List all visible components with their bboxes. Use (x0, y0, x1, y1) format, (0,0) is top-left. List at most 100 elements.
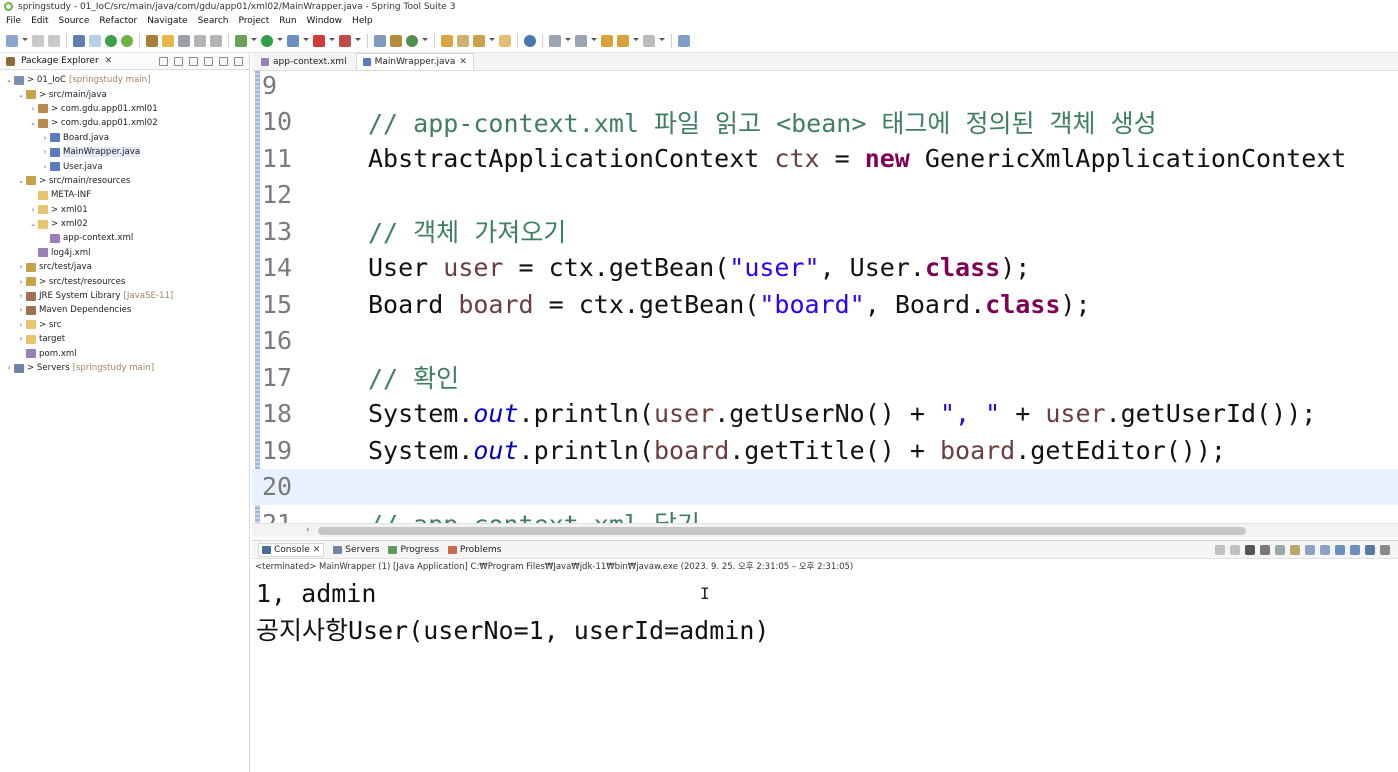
tree-file-user-java[interactable]: › User.java (0, 159, 249, 173)
collapsed-chevron-icon[interactable]: › (16, 292, 26, 300)
menu-edit[interactable]: Edit (31, 16, 48, 26)
tree-file-mainwrapper-java[interactable]: › MainWrapper.java (0, 145, 249, 159)
show-console-error-icon[interactable] (1320, 544, 1330, 555)
tree-folder-xml02[interactable]: ⌄ > xml02 (0, 217, 249, 231)
minimize-icon[interactable] (219, 56, 228, 66)
remove-all-terminated-icon[interactable] (1245, 544, 1255, 555)
tab-console[interactable]: Console ✕ (258, 542, 325, 557)
tree-file-pom-xml[interactable]: pom.xml (0, 346, 249, 360)
show-whitespace-icon[interactable] (194, 34, 206, 47)
terminate-icon[interactable] (1230, 544, 1240, 555)
pen-icon[interactable] (473, 34, 485, 47)
forward-dropdown-icon[interactable] (659, 38, 665, 43)
scroll-lock-icon[interactable] (1275, 544, 1285, 555)
scroll-left-icon[interactable]: ‹ (306, 525, 310, 535)
stop-icon[interactable] (313, 34, 325, 47)
menu-navigate[interactable]: Navigate (147, 16, 187, 26)
run-dropdown-icon[interactable] (277, 38, 283, 43)
coverage-dropdown-icon[interactable] (303, 38, 309, 43)
tree-file-log4j-xml[interactable]: log4j.xml (0, 246, 249, 260)
open-type-icon[interactable] (146, 34, 158, 47)
horizontal-scrollbar[interactable]: ‹ (252, 523, 1398, 537)
tab-servers[interactable]: Servers (333, 545, 379, 555)
next-annotation-icon[interactable] (549, 34, 561, 47)
collapse-all-icon[interactable] (159, 56, 168, 66)
tree-folder-src[interactable]: › > src (0, 318, 249, 332)
new-package-icon[interactable] (390, 34, 402, 47)
last-edit-location-icon[interactable] (601, 34, 613, 47)
expanded-chevron-icon[interactable]: ⌄ (16, 91, 26, 99)
close-icon[interactable]: ✕ (105, 56, 113, 66)
new-class-dropdown-icon[interactable] (422, 38, 428, 43)
external-tools-icon[interactable] (339, 34, 351, 47)
tab-package-explorer[interactable]: Package Explorer (21, 56, 99, 66)
tree-package-xml02[interactable]: ⌄ > com.gdu.app01.xml02 (0, 116, 249, 130)
coverage-icon[interactable] (287, 34, 299, 47)
menu-refactor[interactable]: Refactor (99, 16, 137, 26)
menu-window[interactable]: Window (307, 16, 343, 26)
display-selected-console-icon[interactable] (1350, 544, 1360, 555)
expanded-chevron-icon[interactable]: ⌄ (4, 76, 14, 84)
menu-run[interactable]: Run (279, 16, 296, 26)
close-icon[interactable]: ✕ (459, 57, 467, 67)
stop-dropdown-icon[interactable] (329, 38, 335, 43)
previous-annotation-icon[interactable] (575, 34, 587, 47)
annotation-icon[interactable] (499, 34, 511, 47)
previous-annotation-dropdown-icon[interactable] (591, 38, 597, 43)
open-console-icon[interactable] (73, 34, 85, 47)
code-editor[interactable]: 9 10 // app-context.xml 파일 읽고 <bean> 태그에 정… (252, 71, 1398, 523)
close-icon[interactable]: ✕ (313, 545, 321, 555)
pen-dropdown-icon[interactable] (489, 38, 495, 43)
tree-package-xml01[interactable]: › > com.gdu.app01.xml01 (0, 102, 249, 116)
tree-src-main-java[interactable]: ⌄ > src/main/java (0, 87, 249, 101)
menu-source[interactable]: Source (59, 16, 90, 26)
expanded-chevron-icon[interactable]: ⌄ (28, 119, 38, 127)
tree-src-main-resources[interactable]: ⌄ > src/main/resources (0, 174, 249, 188)
open-task-icon[interactable] (457, 34, 469, 47)
toggle-mark-occurrences-icon[interactable] (162, 34, 174, 47)
editor-tab-mainwrapper-java[interactable]: MainWrapper.java ✕ (355, 53, 474, 70)
tab-problems[interactable]: Problems (447, 545, 501, 555)
show-console-output-icon[interactable] (1305, 544, 1315, 555)
save-all-icon[interactable] (48, 34, 60, 47)
view-menu-icon[interactable] (1380, 544, 1390, 555)
menu-search[interactable]: Search (198, 16, 229, 26)
forward-icon[interactable] (643, 34, 655, 47)
new-class-icon[interactable] (406, 34, 418, 47)
tree-file-board-java[interactable]: › Board.java (0, 131, 249, 145)
menu-project[interactable]: Project (238, 16, 269, 26)
editor-tab-app-context-xml[interactable]: app-context.xml (254, 53, 354, 70)
run-icon[interactable] (261, 34, 273, 47)
tree-folder-target[interactable]: › target (0, 332, 249, 346)
maximize-icon[interactable] (234, 56, 243, 66)
new-icon[interactable] (6, 34, 18, 47)
word-wrap-icon[interactable] (1290, 544, 1300, 555)
collapsed-chevron-icon[interactable]: › (16, 321, 26, 329)
external-tools-dropdown-icon[interactable] (355, 38, 361, 43)
tab-progress[interactable]: Progress (388, 545, 439, 555)
collapsed-chevron-icon[interactable]: › (28, 105, 38, 113)
save-icon[interactable] (32, 34, 44, 47)
console-output[interactable]: 1, admin 공지사항User(userNo=1, userId=admin… (252, 573, 1398, 649)
debug-icon[interactable] (235, 34, 247, 47)
pin-editor-icon[interactable] (678, 34, 690, 47)
collapsed-chevron-icon[interactable]: › (40, 163, 50, 171)
filters-icon[interactable] (189, 56, 198, 66)
open-console-icon[interactable] (1365, 544, 1375, 555)
collapsed-chevron-icon[interactable]: › (4, 364, 14, 372)
collapsed-chevron-icon[interactable]: › (28, 206, 38, 214)
tree-file-app-context-xml[interactable]: app-context.xml (0, 231, 249, 245)
tree-project-01-ioc[interactable]: ⌄ > 01_IoC [springstudy main] (0, 73, 249, 87)
debug-dropdown-icon[interactable] (251, 38, 257, 43)
clear-console-icon[interactable] (1260, 544, 1270, 555)
back-dropdown-icon[interactable] (633, 38, 639, 43)
tree-src-test-java[interactable]: › src/test/java (0, 260, 249, 274)
pilcrow-icon[interactable] (210, 34, 222, 47)
tree-jre-library[interactable]: › JRE System Library [JavaSE-11] (0, 289, 249, 303)
boot-dashboard-icon[interactable] (105, 34, 117, 47)
next-annotation-dropdown-icon[interactable] (565, 38, 571, 43)
tree-src-test-resources[interactable]: › > src/test/resources (0, 274, 249, 288)
collapsed-chevron-icon[interactable]: › (16, 278, 26, 286)
scrollbar-thumb[interactable] (318, 527, 1246, 535)
block-selection-icon[interactable] (178, 34, 190, 47)
